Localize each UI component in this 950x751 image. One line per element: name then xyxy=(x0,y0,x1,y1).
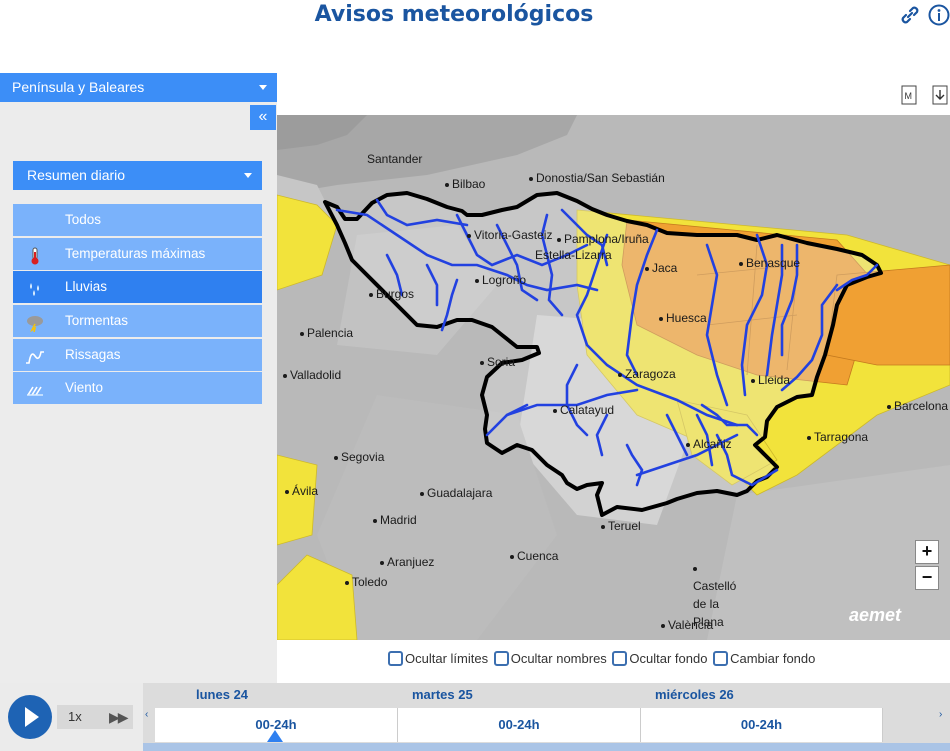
timeline-marker[interactable] xyxy=(267,730,283,742)
storm-icon xyxy=(25,312,45,333)
place-label: Pamplona/Iruña xyxy=(557,232,649,246)
timeline: 1x ▶▶ ‹ › lunes 24 martes 25 miércoles 2… xyxy=(0,683,950,751)
day-label: miércoles 26 xyxy=(655,687,734,702)
place-label: Alcañiz xyxy=(686,437,732,451)
menu-item-label: Rissagas xyxy=(65,346,121,362)
place-label: Santander xyxy=(367,152,423,166)
place-label: Vitoria-Gasteiz xyxy=(467,228,552,242)
zoom-out-button[interactable]: − xyxy=(915,566,939,590)
page-title: Avisos meteorológicos xyxy=(314,2,594,27)
place-label: Cuenca xyxy=(510,549,558,563)
summary-select[interactable]: Resumen diario xyxy=(13,161,262,190)
menu-item-todos[interactable]: Todos xyxy=(13,204,262,236)
place-label: Estella-Lizarra xyxy=(535,248,612,262)
chevron-left-icon[interactable]: ‹ xyxy=(145,709,148,720)
place-label: Valladolid xyxy=(283,368,341,382)
thermometer-icon xyxy=(25,245,45,265)
chevron-right-icon[interactable]: › xyxy=(939,709,942,720)
change-background-checkbox[interactable]: Cambiar fondo xyxy=(713,650,815,667)
menu-item-tormentas[interactable]: Tormentas xyxy=(13,305,262,338)
place-label: Teruel xyxy=(601,519,641,533)
map-options: Ocultar límites Ocultar nombres Ocultar … xyxy=(388,650,817,667)
place-label: Bilbao xyxy=(445,177,485,191)
region-select[interactable]: Península y Baleares xyxy=(0,73,277,102)
warning-map[interactable]: Santander Bilbao Donostia/San Sebastián … xyxy=(277,115,950,640)
place-label: Logroño xyxy=(475,273,526,287)
aemet-logo: aemet xyxy=(849,605,902,625)
fast-forward-icon[interactable]: ▶▶ xyxy=(109,705,128,729)
menu-item-lluvias[interactable]: Lluvias xyxy=(13,271,262,304)
place-label: Calatayud xyxy=(553,403,614,417)
menu-item-label: Tormentas xyxy=(65,313,129,329)
map-canvas xyxy=(277,115,950,640)
time-slot[interactable]: 00-24h xyxy=(398,708,641,742)
region-select-label: Península y Baleares xyxy=(12,79,145,95)
wave-icon xyxy=(25,346,45,364)
phenomena-menu: Todos Temperaturas máximas Lluvias Torme… xyxy=(13,204,262,406)
chevron-down-icon xyxy=(244,173,252,178)
svg-text:M: M xyxy=(905,91,913,101)
place-label: Palencia xyxy=(300,326,353,340)
place-label: Barcelona xyxy=(887,399,948,413)
day-label: lunes 24 xyxy=(196,687,249,702)
play-button[interactable] xyxy=(8,695,52,739)
menu-item-label: Temperaturas máximas xyxy=(65,245,206,261)
menu-item-label: Viento xyxy=(65,380,104,396)
hide-limits-checkbox[interactable]: Ocultar límites xyxy=(388,650,488,667)
map-legend-icon[interactable]: M xyxy=(899,84,919,106)
place-label: Huesca xyxy=(659,311,707,325)
day-label: martes 25 xyxy=(412,687,473,702)
hide-names-checkbox[interactable]: Ocultar nombres xyxy=(493,650,607,667)
menu-item-label: Todos xyxy=(65,212,102,227)
place-label: Jaca xyxy=(645,261,677,275)
place-label: Tarragona xyxy=(807,430,868,444)
download-icon[interactable] xyxy=(930,84,950,106)
menu-item-temperaturas[interactable]: Temperaturas máximas xyxy=(13,237,262,270)
place-label: Soria xyxy=(480,355,515,369)
speed-control[interactable]: 1x ▶▶ xyxy=(57,705,133,729)
chevron-down-icon xyxy=(259,85,267,90)
sidebar: Península y Baleares « Resumen diario To… xyxy=(0,73,277,685)
info-icon[interactable] xyxy=(928,4,950,26)
place-label: Lleida xyxy=(751,373,790,387)
menu-item-label: Lluvias xyxy=(65,279,108,295)
hide-background-checkbox[interactable]: Ocultar fondo xyxy=(612,650,707,667)
place-label: València xyxy=(661,618,713,632)
place-label: Aranjuez xyxy=(380,555,434,569)
place-label: Benasque xyxy=(739,256,800,270)
zoom-in-button[interactable]: + xyxy=(915,540,939,564)
place-label: Madrid xyxy=(373,513,417,527)
place-label: Donostia/San Sebastián xyxy=(529,171,665,185)
summary-select-label: Resumen diario xyxy=(27,167,126,183)
place-label: Zaragoza xyxy=(618,367,676,381)
menu-item-rissagas[interactable]: Rissagas xyxy=(13,338,262,371)
place-label: Segovia xyxy=(334,450,384,464)
timeline-scrollbar[interactable] xyxy=(143,743,950,751)
speed-label: 1x xyxy=(68,709,82,724)
link-icon[interactable] xyxy=(899,4,921,26)
place-label: Burgos xyxy=(369,287,414,301)
menu-item-viento[interactable]: Viento xyxy=(13,372,262,405)
time-slot[interactable]: 00-24h xyxy=(641,708,883,742)
wind-icon xyxy=(25,379,45,397)
rain-icon xyxy=(25,278,45,297)
place-label: Ávila xyxy=(285,484,318,498)
timeline-days: ‹ › lunes 24 martes 25 miércoles 26 00-2… xyxy=(143,683,950,751)
place-label: Guadalajara xyxy=(420,486,492,500)
collapse-sidebar-button[interactable]: « xyxy=(250,105,276,130)
place-label: Toledo xyxy=(345,575,387,589)
